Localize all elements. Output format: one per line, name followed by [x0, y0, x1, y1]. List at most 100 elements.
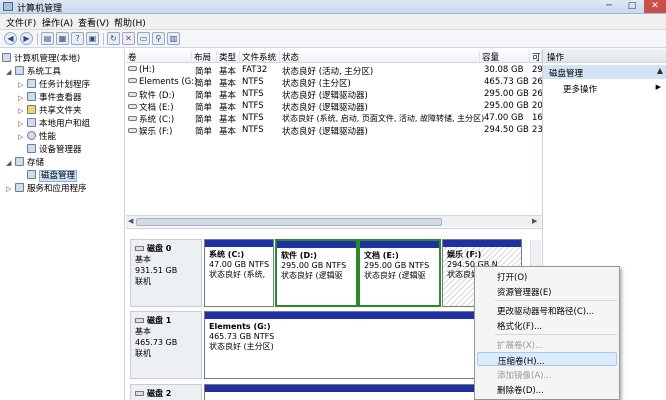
menu-delete-volume[interactable]: 删除卷(D)...	[477, 382, 617, 396]
volume-row[interactable]: 系统 (C:) 简单 基本 NTFS 状态良好 (系统, 启动, 页面文件, 活…	[126, 113, 543, 125]
menu-separator	[495, 300, 617, 301]
minimize-button[interactable]: ─	[598, 0, 620, 13]
menu-add-mirror: 添加镜像(A)...	[497, 371, 552, 381]
help-icon[interactable]: ?	[71, 32, 84, 45]
menu-help[interactable]: 帮助(H)	[114, 16, 146, 29]
title-bar: 计算机管理 ─ □ ✕	[0, 0, 666, 14]
column-layout[interactable]: 布局	[192, 51, 217, 63]
column-volume[interactable]: 卷	[126, 51, 192, 63]
disk-1-label[interactable]: 磁盘 1 基本 465.73 GB 联机	[130, 311, 202, 379]
folder-up-icon[interactable]: ▤	[41, 32, 54, 45]
menu-view[interactable]: 查看(V)	[78, 16, 109, 29]
volume-list-header: 卷 布局 类型 文件系统 状态 容量 可	[126, 49, 542, 63]
disk-icon	[135, 318, 144, 323]
refresh-icon[interactable]: ↻	[107, 32, 120, 45]
menu-bar: 文件(F) 操作(A) 查看(V) 帮助(H)	[0, 14, 666, 30]
volume-icon	[128, 92, 137, 97]
export-icon[interactable]: ▭	[137, 32, 150, 45]
tree-item-local-users[interactable]: ▷ 本地用户和组	[18, 117, 90, 129]
menu-action[interactable]: 操作(A)	[42, 16, 73, 29]
tree-item-disk-management[interactable]: 磁盘管理	[27, 169, 78, 182]
volume-row[interactable]: (H:) 简单 基本 FAT32 状态良好 (活动, 主分区) 30.08 GB…	[126, 65, 543, 77]
tree-item-event-viewer[interactable]: ▷ 事件查看器	[18, 91, 82, 103]
toolbar: ◀ ▶ ▤ ▦ ? ▣ ↻ ✕ ▭ ⚲ ▥	[0, 30, 666, 48]
disk-icon	[135, 391, 144, 396]
horizontal-scrollbar[interactable]: ◀ ▶	[126, 215, 542, 227]
collapse-icon[interactable]: ▲	[657, 66, 663, 75]
volume-icon	[128, 116, 137, 121]
actions-header: 操作	[543, 49, 666, 63]
tree-item-computer-management[interactable]: 计算机管理(本地)	[2, 52, 80, 64]
menu-separator	[495, 334, 617, 335]
tree-item-task-scheduler[interactable]: ▷ 任务计划程序	[18, 78, 90, 90]
tree-item-system-tools[interactable]: ◢ 系统工具	[6, 65, 61, 77]
folder-icon	[27, 105, 36, 114]
scroll-right-icon[interactable]: ▶	[532, 217, 537, 225]
console-tree: 计算机管理(本地) ◢ 系统工具 ▷ 任务计划程序 ▷ 事件查看器 ▷ 共享文件夹 ▷ 本…	[0, 49, 125, 400]
partition-c[interactable]: 系统 (C:) 47.00 GB NTFS 状态良好 (系统,	[204, 239, 274, 307]
volume-icon	[128, 104, 137, 109]
column-capacity[interactable]: 容量	[480, 51, 530, 63]
volume-row[interactable]: Elements (G:) 简单 基本 NTFS 状态良好 (主分区) 465.…	[126, 77, 543, 89]
forward-icon[interactable]: ▶	[20, 32, 33, 45]
menu-shrink-volume[interactable]: 压缩卷(H)...	[477, 352, 617, 367]
volume-icon	[128, 78, 137, 83]
tree-item-shared-folders[interactable]: ▷ 共享文件夹	[18, 104, 82, 116]
column-type[interactable]: 类型	[217, 51, 240, 63]
partition-e[interactable]: 文档 (E:) 295.00 GB NTFS 状态良好 (逻辑驱	[358, 239, 441, 307]
properties-icon[interactable]: ▣	[86, 32, 99, 45]
menu-file[interactable]: 文件(F)	[6, 16, 36, 29]
computer-management-icon	[3, 2, 13, 11]
volume-row[interactable]: 文档 (E:) 简单 基本 NTFS 状态良好 (逻辑驱动器) 295.00 G…	[126, 101, 543, 113]
volume-row[interactable]: 软件 (D:) 简单 基本 NTFS 状态良好 (逻辑驱动器) 295.00 G…	[126, 89, 543, 101]
column-free[interactable]: 可	[530, 51, 542, 63]
device-manager-icon	[27, 144, 36, 153]
menu-open[interactable]: 打开(O)	[477, 269, 617, 283]
tree-item-performance[interactable]: ▷ 性能	[18, 130, 56, 142]
menu-explore[interactable]: 资源管理器(E)	[477, 284, 617, 298]
toolbar-divider	[103, 33, 104, 45]
tree-item-storage[interactable]: ◢ 存储	[6, 156, 44, 168]
menu-change-drive-letter[interactable]: 更改驱动器号和路径(C)...	[477, 303, 617, 317]
performance-icon	[27, 131, 36, 140]
partition-bar	[443, 240, 521, 247]
storage-icon	[15, 157, 24, 166]
column-filesystem[interactable]: 文件系统	[240, 51, 280, 63]
toolbar-divider	[37, 33, 38, 45]
back-icon[interactable]: ◀	[4, 32, 17, 45]
tools-icon	[15, 66, 24, 75]
disk-0-label[interactable]: 磁盘 0 基本 931.51 GB 联机	[130, 239, 202, 307]
event-viewer-icon	[27, 92, 36, 101]
partition-bar	[277, 241, 356, 248]
clock-icon	[27, 79, 36, 88]
column-status[interactable]: 状态	[280, 51, 480, 63]
volume-row[interactable]: 娱乐 (F:) 简单 基本 NTFS 状态良好 (逻辑驱动器) 294.50 G…	[126, 125, 543, 137]
volume-icon	[128, 66, 137, 71]
volume-list: 卷 布局 类型 文件系统 状态 容量 可 (H:) 简单 基本 FAT32 状态…	[126, 49, 543, 229]
scrollbar-thumb[interactable]	[136, 218, 442, 226]
scroll-left-icon[interactable]: ◀	[128, 217, 133, 225]
maximize-button[interactable]: □	[621, 0, 643, 13]
tree-item-device-manager[interactable]: 设备管理器	[27, 143, 82, 155]
services-icon	[15, 183, 24, 192]
context-menu: 打开(O) 资源管理器(E) 更改驱动器号和路径(C)... 格式化(F)...…	[474, 266, 620, 400]
menu-format[interactable]: 格式化(F)...	[477, 318, 617, 332]
submenu-arrow-icon: ▶	[655, 83, 661, 91]
users-icon	[27, 118, 36, 127]
view-icon[interactable]: ▥	[167, 32, 180, 45]
partition-d[interactable]: 软件 (D:) 295.00 GB NTFS 状态良好 (逻辑驱	[275, 239, 358, 307]
more-actions[interactable]: 更多操作 ▶	[543, 81, 666, 95]
console-tree-icon[interactable]: ▦	[56, 32, 69, 45]
disk-2-label[interactable]: 磁盘 2	[130, 384, 202, 400]
menu-extend-volume: 扩展卷(X)...	[497, 341, 544, 351]
search-icon[interactable]: ⚲	[152, 32, 165, 45]
volume-icon	[128, 128, 137, 133]
computer-icon	[2, 53, 11, 62]
actions-section-disk-management[interactable]: 磁盘管理 ▲	[543, 65, 666, 79]
delete-icon[interactable]: ✕	[122, 32, 135, 45]
close-button[interactable]: ✕	[644, 0, 666, 13]
partition-bar	[360, 241, 439, 248]
tree-item-services-apps[interactable]: ▷ 服务和应用程序	[6, 182, 87, 194]
window-title: 计算机管理	[17, 4, 63, 14]
partition-bar	[205, 240, 273, 247]
